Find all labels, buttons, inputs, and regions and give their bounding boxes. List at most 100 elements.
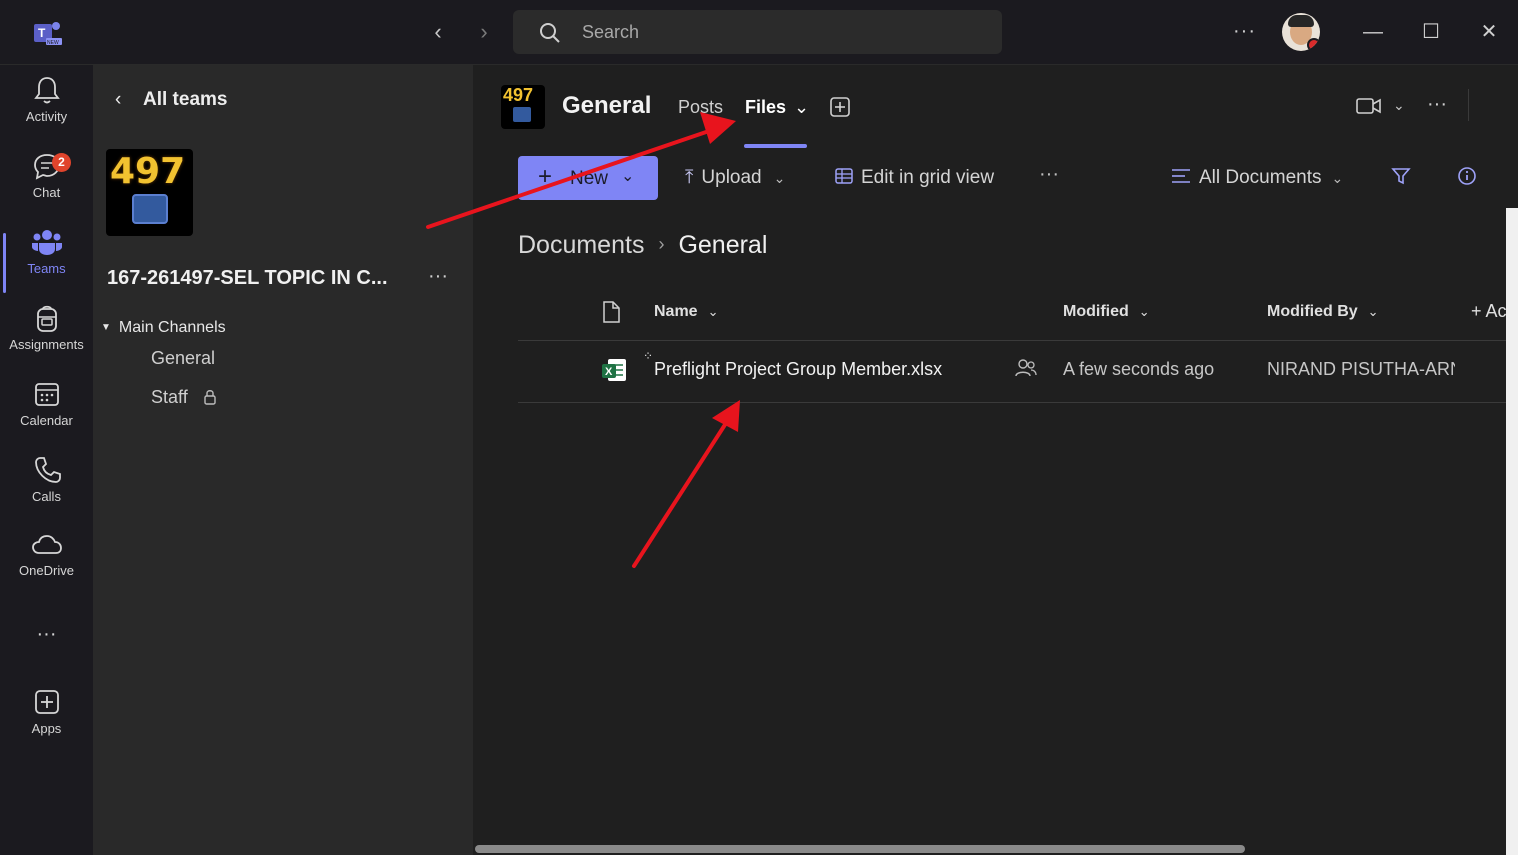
- chevron-left-icon: ‹: [115, 89, 122, 110]
- rail-calendar[interactable]: Calendar: [0, 379, 93, 451]
- search-placeholder: Search: [582, 22, 640, 42]
- add-column-button[interactable]: + Ac: [1471, 301, 1507, 322]
- chevron-down-icon: ⌄: [773, 170, 786, 186]
- edit-grid-view-button[interactable]: Edit in grid view: [835, 167, 994, 189]
- column-label: Modified By: [1267, 303, 1358, 320]
- breadcrumb-documents[interactable]: Documents: [518, 231, 644, 259]
- column-label: Name: [654, 303, 698, 320]
- scrollbar-thumb[interactable]: [475, 845, 1245, 853]
- view-label: All Documents: [1199, 167, 1322, 188]
- file-type-column-icon[interactable]: [601, 300, 621, 324]
- rail-chat[interactable]: 2 Chat: [0, 151, 93, 223]
- video-camera-icon[interactable]: [1356, 96, 1382, 116]
- grid-label: Edit in grid view: [861, 167, 995, 188]
- channel-title: General: [562, 92, 652, 119]
- camera-graphic-icon: [513, 107, 531, 122]
- rail-calls[interactable]: Calls: [0, 455, 93, 527]
- team-more-button[interactable]: ···: [428, 265, 448, 288]
- titlebar-more-button[interactable]: ···: [1233, 20, 1256, 43]
- rail-label: Assignments: [9, 337, 84, 352]
- chat-unread-badge: 2: [52, 153, 71, 172]
- main-channels-toggle[interactable]: ▼ Main Channels: [101, 319, 226, 337]
- excel-file-icon: X: [602, 359, 626, 381]
- column-header-name[interactable]: Name ⌄: [654, 303, 718, 321]
- back-arrow-icon[interactable]: ‹: [426, 20, 450, 44]
- channel-avatar: 497: [501, 85, 545, 129]
- all-teams-label: All teams: [143, 89, 228, 110]
- upload-arrow-icon: ⤒: [685, 167, 694, 188]
- close-button[interactable]: ✕: [1475, 18, 1503, 46]
- rail-label: Calendar: [20, 413, 73, 428]
- search-bar[interactable]: Search: [513, 10, 1002, 54]
- view-selector[interactable]: All Documents ⌄: [1171, 167, 1343, 189]
- column-header-modified-by[interactable]: Modified By ⌄: [1267, 303, 1379, 321]
- forward-arrow-icon[interactable]: ›: [472, 20, 496, 44]
- file-name-link[interactable]: Preflight Project Group Member.xlsx: [654, 359, 942, 380]
- breadcrumb: Documents › General: [518, 231, 767, 260]
- shared-people-icon[interactable]: [1015, 358, 1037, 378]
- main-channels-label: Main Channels: [118, 319, 226, 336]
- table-header-divider: [518, 340, 1506, 341]
- rail-label: Activity: [25, 109, 68, 124]
- team-avatar-text: 497: [110, 151, 186, 192]
- tab-files-label: Files: [745, 97, 787, 117]
- window-edge: [1506, 208, 1518, 855]
- team-avatar: 497: [106, 149, 193, 236]
- minimize-button[interactable]: —: [1359, 18, 1387, 46]
- maximize-button[interactable]: ☐: [1417, 18, 1445, 46]
- add-tab-icon[interactable]: [829, 96, 851, 118]
- chevron-down-icon: ⌄: [794, 97, 810, 117]
- column-header-modified[interactable]: Modified ⌄: [1063, 303, 1150, 321]
- add-app-icon: [34, 690, 59, 714]
- new-file-sparkle-icon: ⁘: [643, 349, 654, 363]
- user-avatar[interactable]: [1282, 13, 1320, 51]
- horizontal-scrollbar[interactable]: [473, 843, 1506, 855]
- teams-icon: [31, 230, 62, 255]
- title-bar: T NEW ‹ › Search ··· — ☐ ✕: [0, 0, 1518, 65]
- filter-icon[interactable]: [1391, 166, 1411, 186]
- plus-icon: +: [538, 163, 553, 190]
- rail-teams[interactable]: Teams: [0, 227, 93, 299]
- upload-button[interactable]: ⤒ Upload ⌄: [685, 167, 785, 189]
- tab-files[interactable]: Files ⌄: [745, 97, 809, 118]
- search-icon: [540, 23, 560, 43]
- channel-item-general[interactable]: General: [151, 348, 215, 369]
- svg-text:X: X: [605, 366, 613, 378]
- caret-down-icon: ▼: [101, 322, 111, 333]
- meet-dropdown-chevron-icon[interactable]: ⌄: [1393, 97, 1405, 114]
- teams-logo-icon: T NEW: [34, 22, 62, 46]
- info-icon[interactable]: [1457, 166, 1477, 186]
- rail-apps[interactable]: Apps: [0, 687, 93, 759]
- channel-more-button[interactable]: ···: [1427, 93, 1447, 116]
- lock-icon: [204, 390, 216, 405]
- new-button-label: New: [570, 168, 609, 189]
- new-button[interactable]: + New ⌄: [518, 156, 658, 200]
- tab-posts[interactable]: Posts: [678, 97, 723, 118]
- presence-busy-icon: [1307, 38, 1320, 51]
- team-pane: ‹ All teams 497 167-261497-SEL TOPIC IN C…: [93, 65, 473, 855]
- phone-icon: [34, 457, 61, 483]
- channel-item-staff[interactable]: Staff: [151, 387, 217, 408]
- rail-label: Chat: [32, 185, 61, 200]
- rail-activity[interactable]: Activity: [0, 75, 93, 147]
- avatar-hair: [1288, 15, 1314, 27]
- rail-label: OneDrive: [19, 563, 74, 578]
- chevron-down-icon: ⌄: [1367, 304, 1379, 319]
- rail-more-apps-button[interactable]: ···: [0, 623, 93, 653]
- toolbar-more-button[interactable]: ···: [1039, 163, 1059, 186]
- active-tab-indicator: [744, 144, 807, 148]
- rail-label: Apps: [31, 721, 62, 736]
- channel-avatar-text: 497: [503, 85, 534, 105]
- chevron-down-icon: ⌄: [1331, 170, 1344, 186]
- upload-label: Upload: [701, 167, 762, 188]
- bell-icon: [33, 77, 60, 104]
- calendar-icon: [34, 383, 59, 406]
- column-label: Modified: [1063, 303, 1129, 320]
- rail-label: Calls: [32, 489, 61, 504]
- rail-onedrive[interactable]: OneDrive: [0, 531, 93, 603]
- all-teams-back-link[interactable]: ‹ All teams: [115, 89, 227, 111]
- channel-label: Staff: [151, 387, 188, 407]
- channel-content: 497 General Posts Files ⌄ ⌄ ··· + New ⌄ ⤒…: [473, 65, 1507, 843]
- rail-assignments[interactable]: Assignments: [0, 303, 93, 375]
- grid-icon: [835, 168, 853, 184]
